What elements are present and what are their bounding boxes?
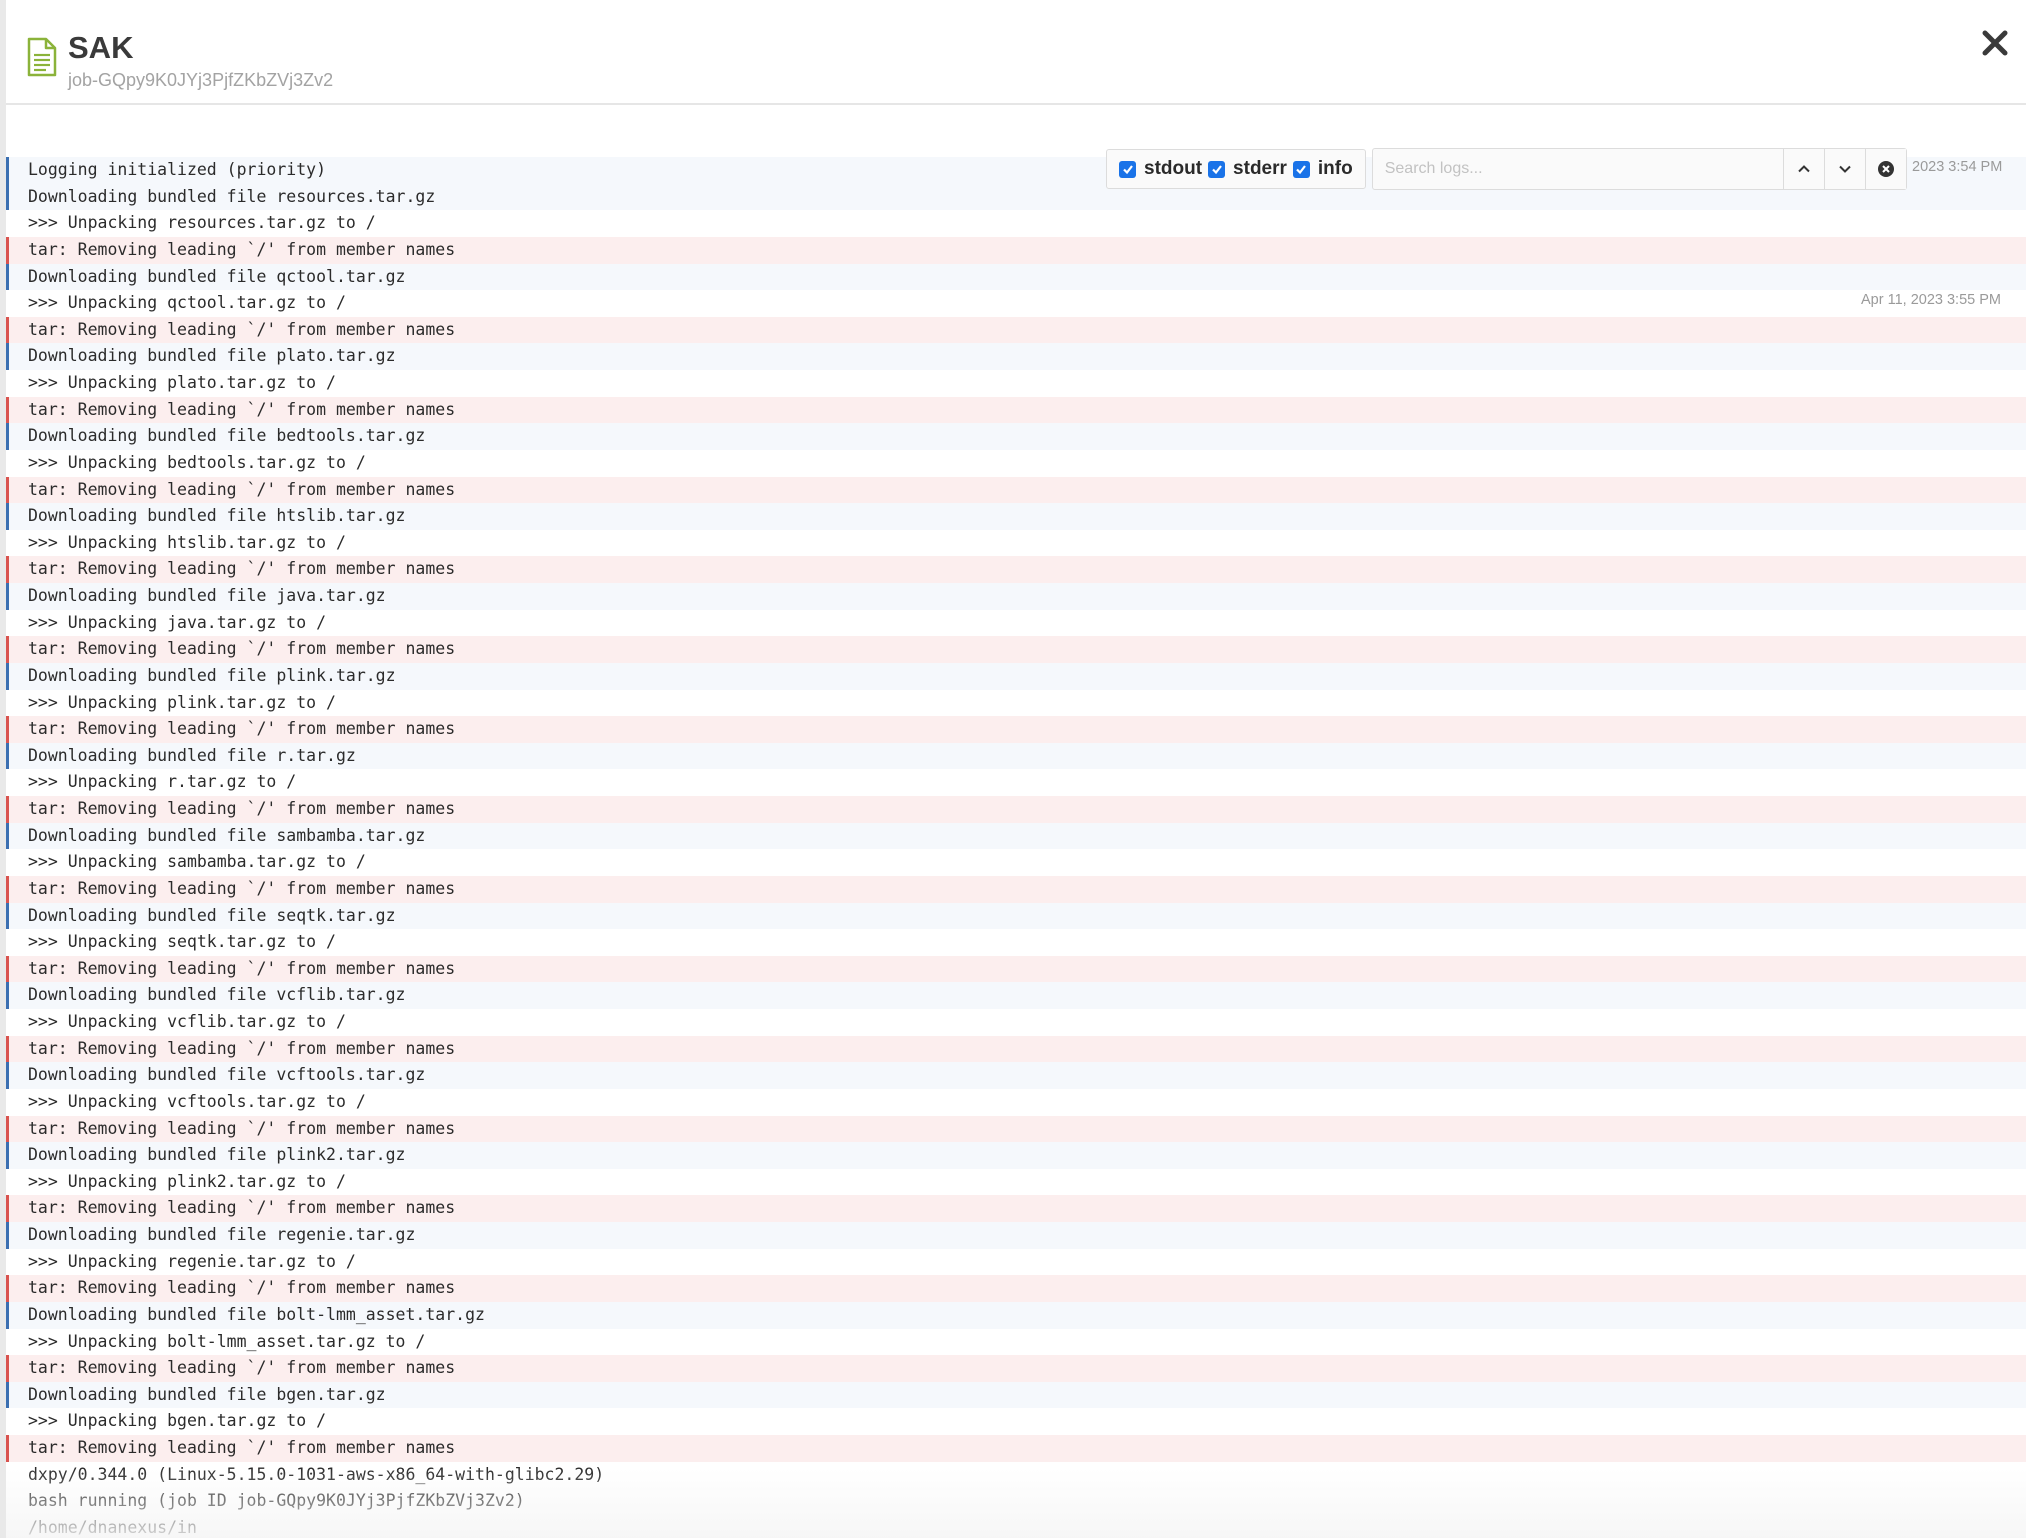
log-line-stdout: >>> Unpacking r.tar.gz to /	[6, 769, 2026, 796]
checkmark-icon	[1211, 165, 1222, 175]
log-line-stdout: dxpy/0.344.0 (Linux-5.15.0-1031-aws-x86_…	[6, 1461, 2026, 1489]
log-line-stdout: >>> Unpacking bgen.tar.gz to /	[6, 1408, 2026, 1435]
log-line-stdout: >>> Unpacking bedtools.tar.gz to /	[6, 449, 2026, 477]
stderr-checkbox[interactable]	[1208, 160, 1226, 178]
log-line-info: Downloading bundled file java.tar.gz	[6, 583, 2026, 610]
log-line-info: Downloading bundled file htslib.tar.gz	[6, 503, 2026, 530]
log-line-info: Downloading bundled file regenie.tar.gz	[6, 1222, 2026, 1249]
log-line-stderr: tar: Removing leading `/' from member na…	[6, 1035, 2026, 1063]
log-line-info: Downloading bundled file plink2.tar.gz	[6, 1142, 2026, 1169]
log-line-info: Downloading bundled file bedtools.tar.gz	[6, 423, 2026, 450]
checkmark-icon	[1122, 165, 1133, 175]
log-line-stdout: >>> Unpacking vcflib.tar.gz to /	[6, 1009, 2026, 1036]
log-line-stdout: >>> Unpacking bolt-lmm_asset.tar.gz to /	[6, 1328, 2026, 1356]
log-line-stdout: >>> Unpacking resources.tar.gz to /	[6, 210, 2026, 237]
log-line-stdout: >>> Unpacking regenie.tar.gz to /	[6, 1248, 2026, 1276]
modal-header: SAK job-GQpy9K0JYj3PjfZKbZVj3Zv2	[6, 0, 2026, 105]
document-icon	[27, 37, 57, 77]
info-checkbox[interactable]	[1292, 160, 1310, 178]
log-line-stdout: >>> Unpacking plink.tar.gz to /	[6, 689, 2026, 717]
log-line-stderr: tar: Removing leading `/' from member na…	[6, 1355, 2026, 1382]
log-filters: stdout stderr info	[1106, 149, 1366, 189]
log-line-stdout: /home/dnanexus/in	[6, 1514, 2026, 1538]
log-line-stderr: tar: Removing leading `/' from member na…	[6, 796, 2026, 823]
log-line-stderr: tar: Removing leading `/' from member na…	[6, 396, 2026, 424]
next-match-button[interactable]	[1823, 149, 1865, 189]
log-line-stdout: >>> Unpacking vcftools.tar.gz to /	[6, 1088, 2026, 1116]
timestamp-first: 2023 3:54 PM	[1912, 159, 2003, 175]
job-id-subtitle: job-GQpy9K0JYj3PjfZKbZVj3Zv2	[68, 70, 334, 90]
log-line-stdout: >>> Unpacking sambamba.tar.gz to /	[6, 849, 2026, 876]
log-toolbar: stdout stderr info	[1106, 148, 1907, 190]
log-line-stderr: tar: Removing leading `/' from member na…	[6, 1275, 2026, 1302]
log-line-stderr: tar: Removing leading `/' from member na…	[6, 1195, 2026, 1222]
search-input[interactable]	[1372, 149, 1783, 189]
log-line-info: Downloading bundled file bolt-lmm_asset.…	[6, 1301, 2026, 1329]
page-title: SAK	[68, 30, 134, 65]
log-line-stdout: >>> Unpacking java.tar.gz to /	[6, 609, 2026, 637]
log-line-stderr: tar: Removing leading `/' from member na…	[6, 556, 2026, 583]
timestamp-second: Apr 11, 2023 3:55 PM	[1861, 292, 2001, 308]
log-line-stderr: tar: Removing leading `/' from member na…	[6, 236, 2026, 264]
log-line-stdout: >>> Unpacking plato.tar.gz to /	[6, 370, 2026, 397]
info-label: info	[1317, 158, 1353, 179]
clear-search-button[interactable]	[1864, 149, 1906, 189]
log-line-stdout: >>> Unpacking qctool.tar.gz to /	[6, 290, 2026, 317]
log-line-stdout: bash running (job ID job-GQpy9K0JYj3PjfZ…	[6, 1488, 2026, 1515]
chevron-down-icon	[1839, 165, 1851, 173]
log-line-info: Downloading bundled file sambamba.tar.gz	[6, 822, 2026, 850]
log-line-stdout: >>> Unpacking plink2.tar.gz to /	[6, 1168, 2026, 1196]
log-line-stderr: tar: Removing leading `/' from member na…	[6, 716, 2026, 743]
log-viewer[interactable]: Logging initialized (priority) Downloadin…	[6, 157, 2026, 1538]
log-line-info: Downloading bundled file r.tar.gz	[6, 742, 2026, 770]
close-icon[interactable]	[1978, 26, 2012, 60]
filter-stdout[interactable]: stdout	[1119, 158, 1202, 180]
log-search	[1371, 148, 1907, 190]
log-line-info: Downloading bundled file seqtk.tar.gz	[6, 902, 2026, 930]
filter-info[interactable]: info	[1292, 158, 1353, 180]
log-line-stderr: tar: Removing leading `/' from member na…	[6, 476, 2026, 504]
log-line-stderr: tar: Removing leading `/' from member na…	[6, 1115, 2026, 1143]
log-line-info: Downloading bundled file plink.tar.gz	[6, 662, 2026, 690]
log-line-info: Downloading bundled file bgen.tar.gz	[6, 1381, 2026, 1409]
log-line-stderr: tar: Removing leading `/' from member na…	[6, 875, 2026, 903]
log-line-stderr: tar: Removing leading `/' from member na…	[6, 1435, 2026, 1462]
previous-match-button[interactable]	[1782, 149, 1824, 189]
log-line-info: Downloading bundled file qctool.tar.gz	[6, 263, 2026, 291]
log-line-stdout: >>> Unpacking htslib.tar.gz to /	[6, 529, 2026, 557]
log-line-info: Downloading bundled file vcflib.tar.gz	[6, 982, 2026, 1009]
job-log-modal: SAK job-GQpy9K0JYj3PjfZKbZVj3Zv2 Logging…	[0, 0, 2026, 1538]
stdout-checkbox[interactable]	[1119, 160, 1136, 178]
log-line-info: Downloading bundled file plato.tar.gz	[6, 343, 2026, 370]
chevron-up-icon	[1798, 165, 1810, 173]
stderr-label: stderr	[1233, 158, 1287, 179]
checkmark-icon	[1296, 165, 1307, 175]
stdout-label: stdout	[1144, 158, 1203, 179]
filter-stderr[interactable]: stderr	[1208, 158, 1287, 180]
log-line-stderr: tar: Removing leading `/' from member na…	[6, 316, 2026, 344]
log-line-stderr: tar: Removing leading `/' from member na…	[6, 636, 2026, 663]
clear-circle-icon	[1877, 161, 1894, 177]
log-line-info: Downloading bundled file vcftools.tar.gz	[6, 1062, 2026, 1089]
log-line-stderr: tar: Removing leading `/' from member na…	[6, 955, 2026, 983]
log-line-stdout: >>> Unpacking seqtk.tar.gz to /	[6, 929, 2026, 956]
